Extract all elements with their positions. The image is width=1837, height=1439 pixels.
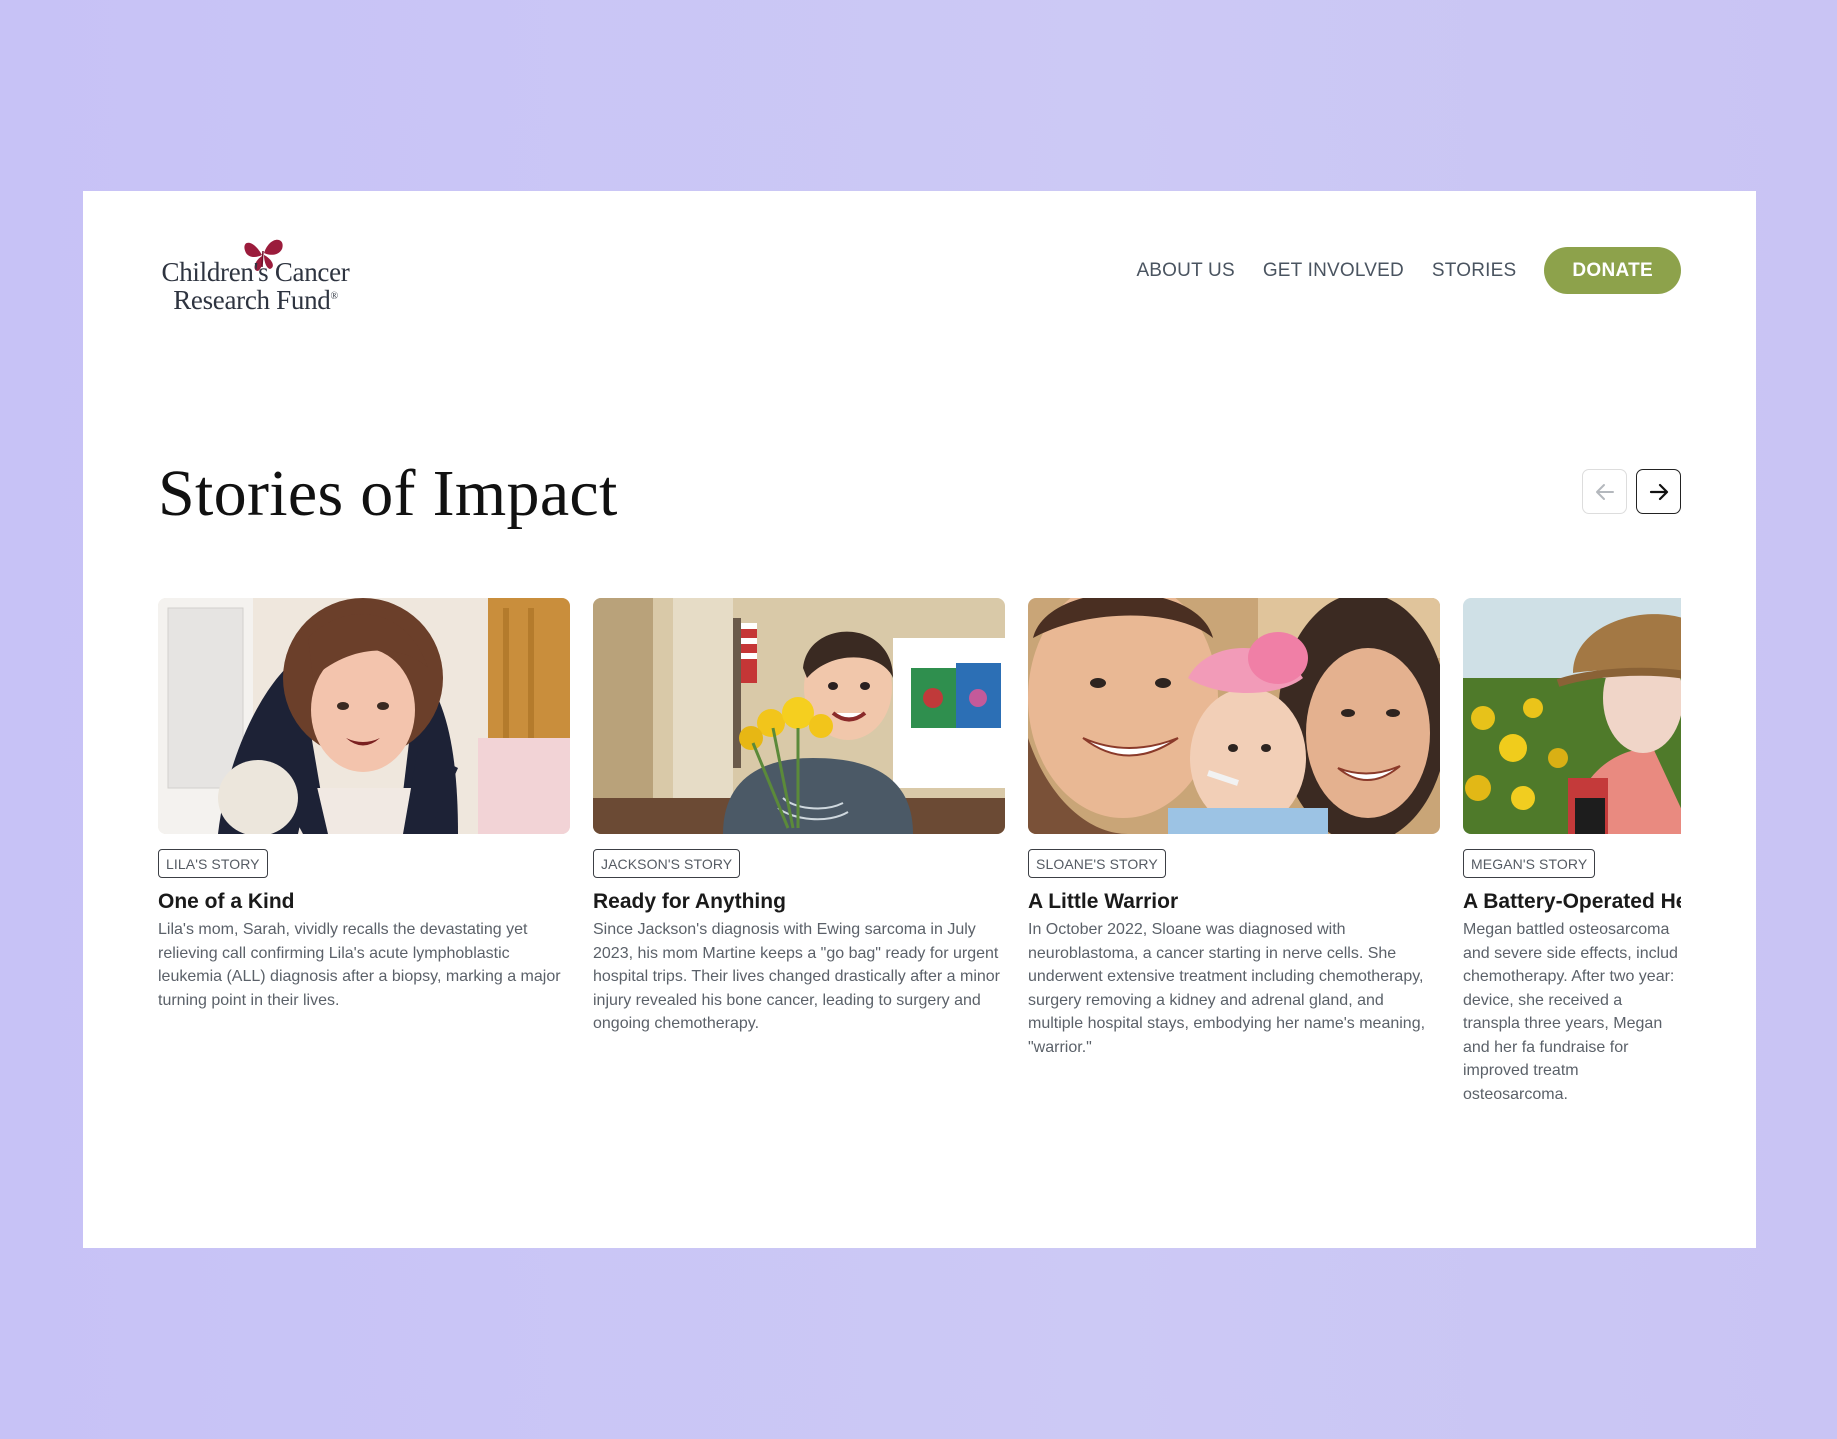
story-image-sloane[interactable] (1028, 598, 1440, 834)
story-image-lila[interactable] (158, 598, 570, 834)
page-frame: Children's Cancer Research Fund® ABOUT U… (83, 191, 1756, 1248)
story-badge: MEGAN'S STORY (1463, 849, 1596, 878)
story-excerpt: Since Jackson's diagnosis with Ewing sar… (593, 921, 1000, 1032)
registered-mark: ® (330, 291, 339, 302)
story-badge: LILA'S STORY (158, 849, 268, 878)
logo-text-line2: Research Fund® (158, 285, 353, 316)
arrow-left-icon (1595, 483, 1614, 500)
logo-text-line1: Children's Cancer (161, 257, 350, 287)
nav-stories[interactable]: STORIES (1432, 260, 1516, 282)
story-excerpt: Megan battled osteosarcoma and severe si… (1463, 921, 1678, 1103)
stories-carousel: LILA'S STORY One of a Kind Lila's mom, S… (158, 598, 1681, 1158)
section-title: Stories of Impact (158, 457, 618, 530)
story-excerpt: In October 2022, Sloane was diagnosed wi… (1028, 921, 1426, 1056)
nav-about-us[interactable]: ABOUT US (1136, 260, 1234, 282)
story-image-jackson[interactable] (593, 598, 1005, 834)
arrow-right-icon (1649, 483, 1668, 500)
story-title[interactable]: One of a Kind (158, 890, 570, 914)
carousel-prev-button[interactable] (1582, 469, 1627, 514)
story-card-sloane[interactable]: SLOANE'S STORY A Little Warrior In Octob… (1028, 598, 1440, 1059)
brand-logo[interactable]: Children's Cancer Research Fund® (158, 227, 358, 327)
story-title[interactable]: Ready for Anything (593, 890, 1005, 914)
main-nav: ABOUT US GET INVOLVED STORIES DONATE (1136, 247, 1681, 294)
story-image-megan[interactable] (1463, 598, 1681, 834)
story-title[interactable]: A Little Warrior (1028, 890, 1440, 914)
story-badge: JACKSON'S STORY (593, 849, 741, 878)
nav-get-involved[interactable]: GET INVOLVED (1263, 260, 1404, 282)
story-card-jackson[interactable]: JACKSON'S STORY Ready for Anything Since… (593, 598, 1005, 1036)
logo-text-line2-label: Research Fund (173, 285, 331, 315)
carousel-next-button[interactable] (1636, 469, 1681, 514)
story-card-megan[interactable]: MEGAN'S STORY A Battery-Operated He Mega… (1463, 598, 1681, 1106)
story-card-lila[interactable]: LILA'S STORY One of a Kind Lila's mom, S… (158, 598, 570, 1012)
story-excerpt: Lila's mom, Sarah, vividly recalls the d… (158, 921, 561, 1009)
story-title[interactable]: A Battery-Operated He (1463, 890, 1681, 914)
carousel-controls (1582, 469, 1681, 514)
donate-button[interactable]: DONATE (1544, 247, 1681, 294)
story-badge: SLOANE'S STORY (1028, 849, 1166, 878)
